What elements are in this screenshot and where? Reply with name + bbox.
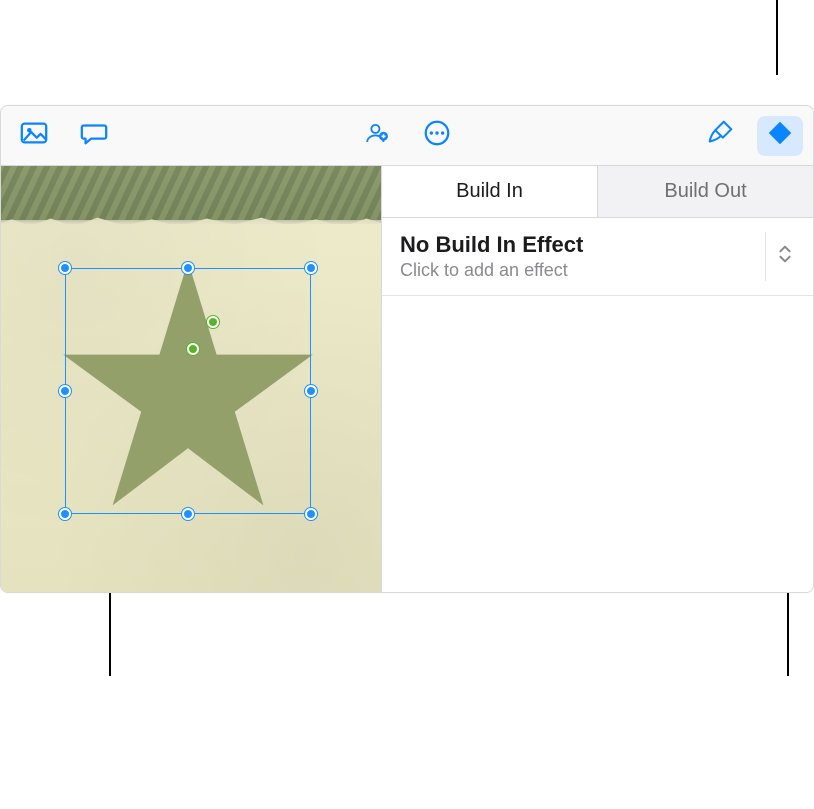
tab-build-in[interactable]: Build In: [382, 166, 598, 217]
animate-inspector: Build In Build Out No Build In Effect Cl…: [382, 166, 813, 592]
callout-line-top: [776, 0, 778, 75]
resize-handle-bm[interactable]: [182, 508, 194, 520]
comment-button[interactable]: [71, 116, 117, 156]
media-button[interactable]: [11, 116, 57, 156]
resize-handle-tr[interactable]: [305, 262, 317, 274]
format-button[interactable]: [697, 116, 743, 156]
resize-handle-bl[interactable]: [59, 508, 71, 520]
resize-handle-ml[interactable]: [59, 385, 71, 397]
tab-build-out[interactable]: Build Out: [598, 166, 813, 217]
collaborate-button[interactable]: [354, 116, 400, 156]
shape-edit-handle-1[interactable]: [207, 316, 219, 328]
shape-edit-handle-2[interactable]: [187, 343, 199, 355]
more-icon: [422, 118, 452, 153]
effect-subtitle: Click to add an effect: [400, 260, 765, 281]
resize-handle-tl[interactable]: [59, 262, 71, 274]
chevron-up-down-icon: [774, 243, 796, 270]
effect-picker-row[interactable]: No Build In Effect Click to add an effec…: [382, 218, 813, 296]
body: Build In Build Out No Build In Effect Cl…: [1, 166, 813, 592]
format-brush-icon: [705, 118, 735, 153]
media-icon: [19, 118, 49, 153]
animate-button[interactable]: [757, 116, 803, 156]
resize-handle-tm[interactable]: [182, 262, 194, 274]
resize-handle-mr[interactable]: [305, 385, 317, 397]
inspector-empty-area: [382, 296, 813, 592]
selected-object[interactable]: [65, 268, 311, 514]
selection-box: [65, 268, 311, 514]
toolbar: [1, 106, 813, 166]
effect-dropdown-chevron[interactable]: [765, 232, 795, 281]
build-tabs: Build In Build Out: [382, 166, 813, 218]
comment-icon: [79, 118, 109, 153]
collaborate-icon: [364, 120, 390, 151]
animate-icon: [765, 118, 795, 153]
app-window: Build In Build Out No Build In Effect Cl…: [0, 105, 814, 593]
resize-handle-br[interactable]: [305, 508, 317, 520]
slide-canvas[interactable]: [1, 166, 382, 592]
canvas-texture-top: [1, 166, 382, 220]
more-button[interactable]: [414, 116, 460, 156]
effect-title: No Build In Effect: [400, 232, 765, 258]
